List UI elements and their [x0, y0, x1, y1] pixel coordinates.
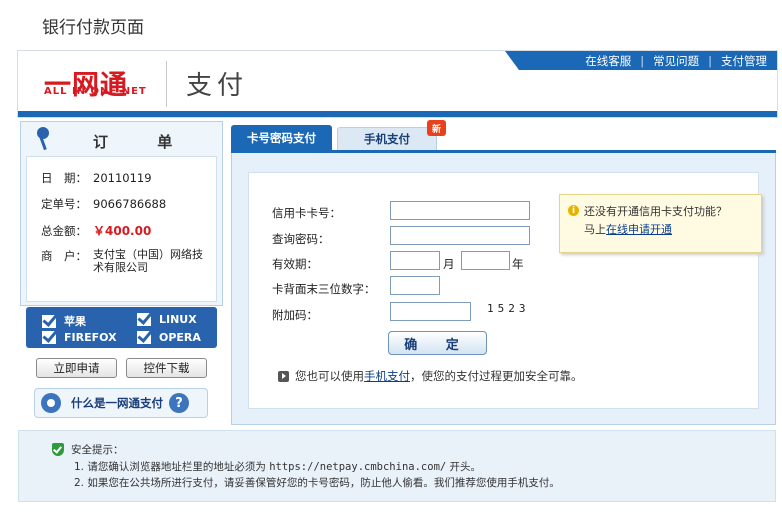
date-value: 20110119: [93, 171, 152, 185]
pushpin-icon: [37, 127, 49, 151]
what-is-label: 什么是一网通支付: [71, 396, 163, 410]
order-amount-row: 总金额： ￥400.00: [41, 222, 151, 239]
expiry-year-input[interactable]: [461, 251, 510, 270]
apply-now-button[interactable]: 立即申请: [36, 358, 117, 378]
confirm-button[interactable]: 确 定: [388, 331, 487, 355]
browser-linux: LINUX: [137, 313, 197, 326]
tab-mobile-pay[interactable]: 手机支付: [337, 127, 437, 150]
query-password-input[interactable]: [390, 226, 530, 245]
merchant-row: 商 户： 支付宝（中国）网络技 术有限公司: [41, 248, 203, 274]
header-bottom-bar: [18, 111, 777, 117]
order-panel: 订 单 日 期： 20110119 定单号： 9066786688 总金额： ￥400…: [20, 121, 223, 306]
expiry-label: 有效期：: [272, 257, 318, 271]
order-title: 订 单: [93, 133, 195, 151]
logo-sub-text: ALL IN ONE NET: [44, 86, 147, 97]
captcha-image: 1523: [487, 302, 530, 315]
mobile-pay-link[interactable]: 手机支付: [364, 369, 410, 383]
help-icon: ?: [169, 393, 189, 413]
browser-compat-box: 苹果 LINUX FIREFOX OPERA: [26, 307, 217, 348]
tab-card-password[interactable]: 卡号密码支付: [231, 125, 332, 150]
amount-label: 总金额：: [41, 224, 87, 238]
mobile-pay-tip: 您也可以使用手机支付，使您的支付过程更加安全可靠。: [278, 368, 583, 384]
order-number-value: 9066786688: [93, 197, 167, 211]
header-banner: 在线客服 | 常见问题 | 支付管理 一网通 ALL IN ONE NET 支付: [17, 50, 778, 118]
cvv-label: 卡背面末三位数字：: [272, 282, 376, 296]
top-nav: 在线客服 | 常见问题 | 支付管理: [505, 51, 777, 70]
security-tips: 安全提示： 1. 请您确认浏览器地址栏里的地址必须为 https://netpa…: [18, 430, 776, 502]
expiry-month-input[interactable]: [390, 251, 440, 270]
browser-firefox: FIREFOX: [42, 331, 117, 344]
merchant-value-line2: 术有限公司: [93, 261, 148, 274]
merchant-value-line1: 支付宝（中国）网络技: [93, 248, 203, 261]
what-is-button[interactable]: 什么是一网通支付 ?: [34, 388, 208, 418]
security-url: https://netpay.cmbchina.com/: [269, 461, 447, 473]
nav-faq[interactable]: 常见问题: [653, 53, 699, 69]
order-number-label: 定单号：: [41, 197, 87, 211]
notice-box: i 还没有开通信用卡支付功能？ 马上在线申请开通: [559, 194, 762, 253]
captcha-label: 附加码：: [272, 308, 318, 322]
shield-check-icon: [52, 443, 64, 456]
query-password-label: 查询密码：: [272, 232, 330, 246]
page-title: 银行付款页面: [42, 18, 144, 38]
browser-opera: OPERA: [137, 331, 201, 344]
nav-online-service[interactable]: 在线客服: [585, 53, 631, 69]
merchant-label: 商 户：: [41, 249, 87, 263]
order-details: 日 期： 20110119 定单号： 9066786688 总金额： ￥400.00 …: [26, 156, 217, 302]
order-number-row: 定单号： 9066786688: [41, 196, 166, 212]
check-icon: [137, 331, 151, 344]
arrow-right-icon: [278, 371, 289, 382]
security-item-2: 2. 如果您在公共场所进行支付，请妥善保管好您的卡号密码，防止他人偷看。我们推荐…: [74, 477, 560, 489]
security-title: 安全提示：: [71, 444, 124, 456]
captcha-input[interactable]: [390, 302, 471, 321]
new-badge: 新: [427, 120, 446, 136]
info-icon: i: [568, 205, 579, 216]
security-item-1: 1. 请您确认浏览器地址栏里的地址必须为 https://netpay.cmbc…: [74, 461, 482, 473]
download-control-button[interactable]: 控件下载: [126, 358, 207, 378]
card-number-input[interactable]: [390, 201, 530, 220]
gear-icon: [41, 393, 61, 413]
browser-apple: 苹果: [42, 313, 86, 329]
cvv-input[interactable]: [390, 276, 440, 295]
amount-value: ￥400.00: [93, 224, 152, 238]
check-icon: [42, 331, 56, 344]
logo-pay-text: 支付: [186, 71, 249, 101]
check-icon: [42, 314, 56, 328]
date-label: 日 期：: [41, 171, 87, 185]
notice-line2: 马上在线申请开通: [584, 223, 672, 236]
check-icon: [137, 313, 151, 326]
notice-line1: 还没有开通信用卡支付功能？: [584, 205, 727, 218]
logo-divider: [166, 61, 167, 107]
card-number-label: 信用卡卡号：: [272, 206, 341, 220]
order-date-row: 日 期： 20110119: [41, 170, 152, 186]
nav-payment-management[interactable]: 支付管理: [721, 53, 767, 69]
month-suffix: 月: [443, 257, 455, 271]
year-suffix: 年: [512, 257, 524, 271]
apply-online-link[interactable]: 在线申请开通: [606, 223, 672, 236]
